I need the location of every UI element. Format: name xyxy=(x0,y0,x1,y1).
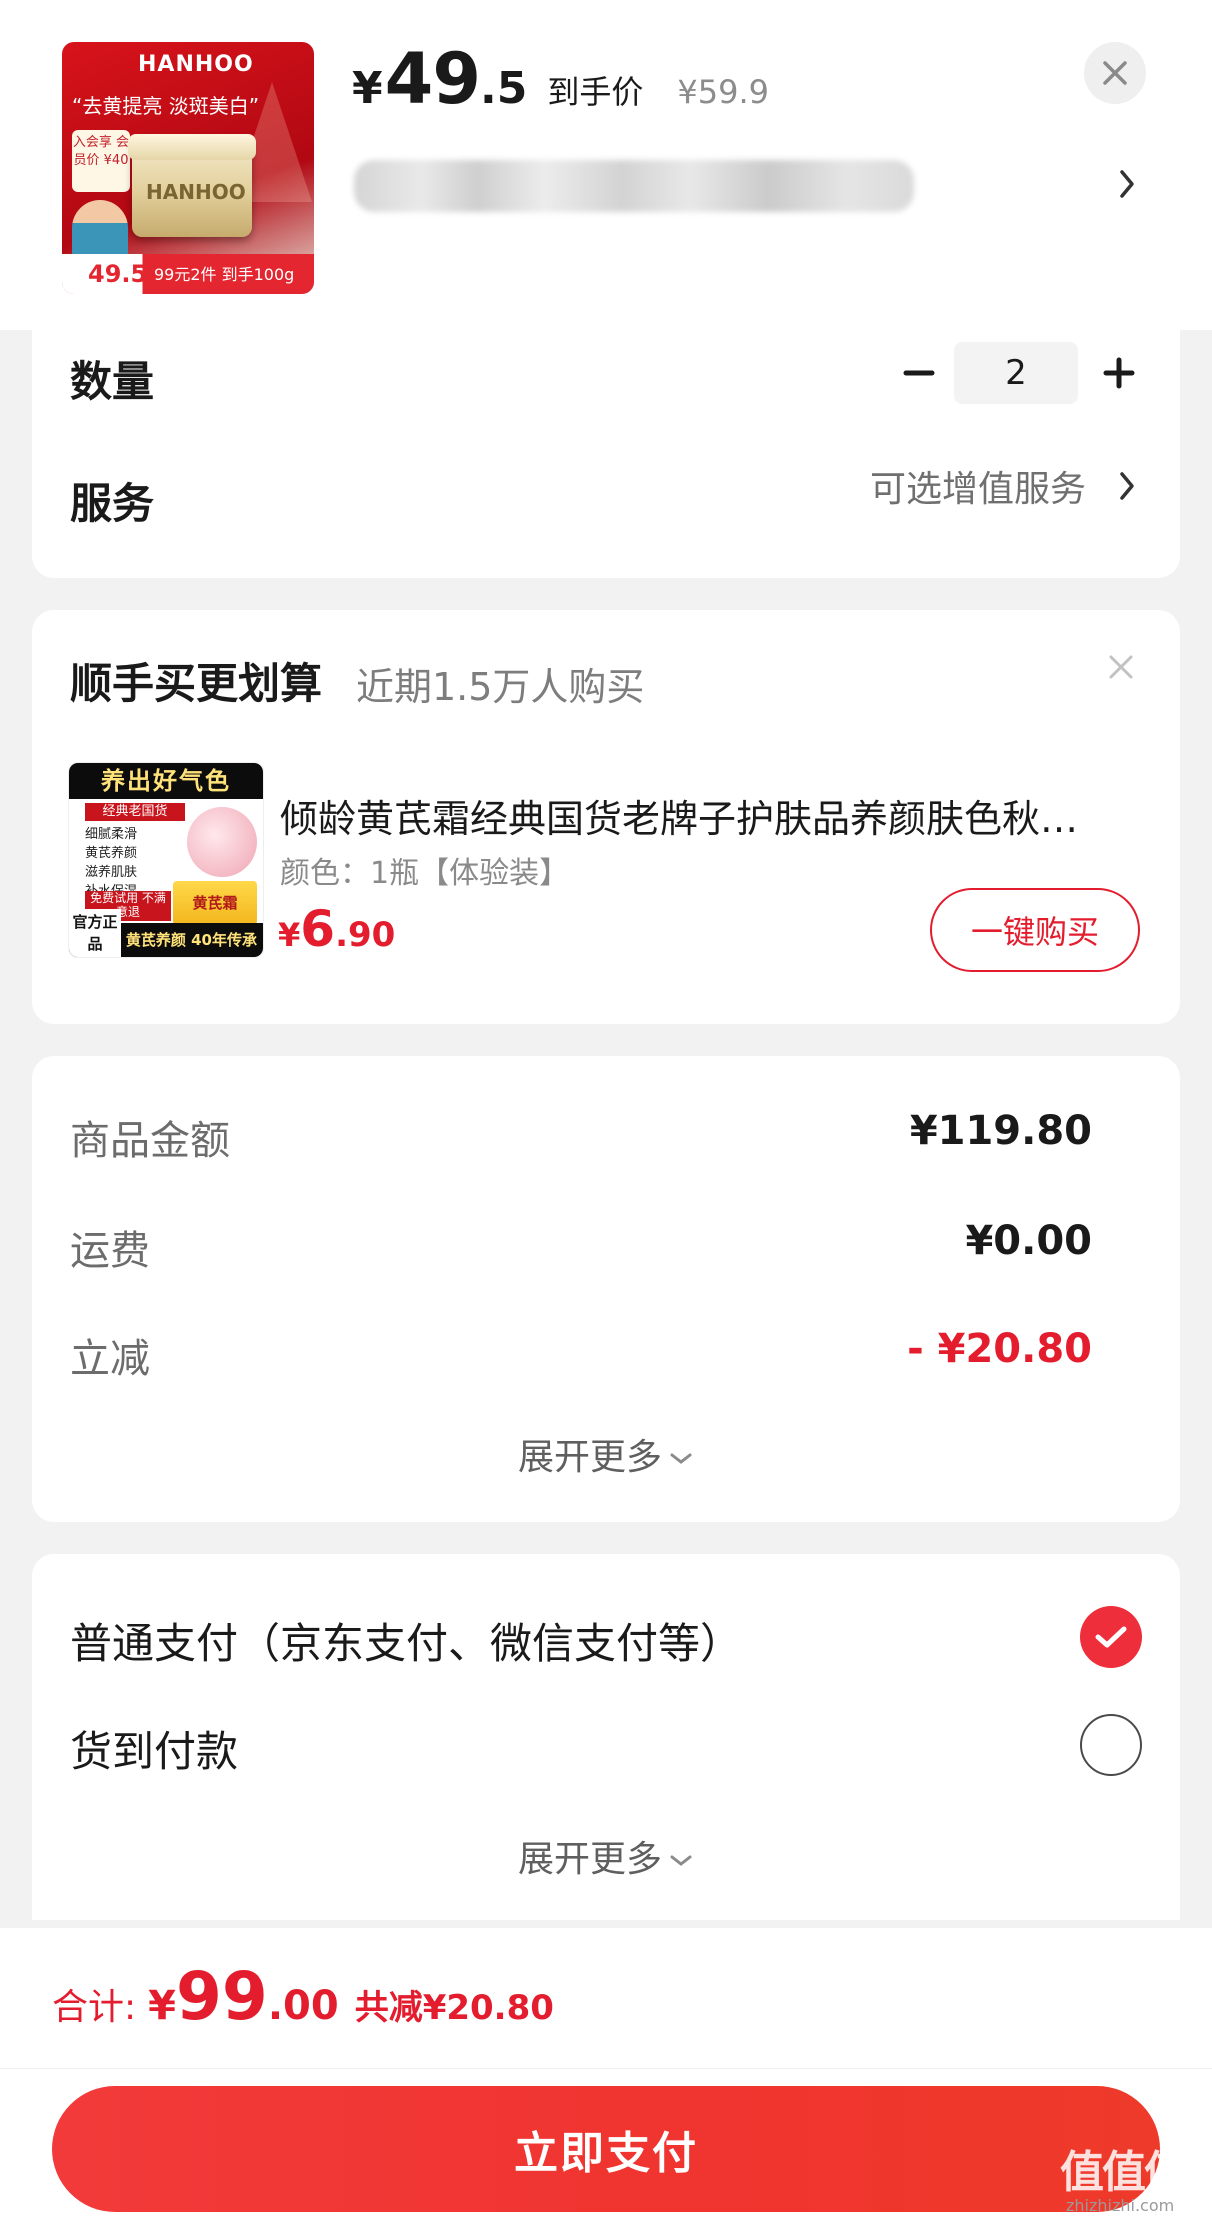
recommendation-price: ¥ 6 .90 xyxy=(278,900,395,958)
final-price: ¥ 49 .5 到手价 ¥59.9 xyxy=(352,38,770,120)
quantity-label: 数量 xyxy=(70,357,155,406)
recommendation-name[interactable]: 倾龄黄芪霜经典国货老牌子护肤品养颜肤色秋… xyxy=(280,788,1180,843)
goods-amount-label: 商品金额 xyxy=(70,1118,230,1164)
one-click-buy-button[interactable]: 一键购买 xyxy=(930,888,1140,972)
price-integer: 6 xyxy=(300,900,336,958)
expand-more-button[interactable]: 展开更多 xyxy=(32,1428,1180,1480)
recommendation-spec: 颜色：1瓶【体验装】 xyxy=(280,856,570,891)
expand-more-label: 展开更多 xyxy=(517,1839,662,1880)
jar-brand-text: HANHOO xyxy=(146,180,246,204)
total-integer: 99 xyxy=(175,1958,268,2035)
thumb-bullet: 黄芪养颜 xyxy=(85,846,138,861)
close-icon xyxy=(1103,61,1127,85)
price-integer: 49 xyxy=(384,38,481,120)
service-label: 服务 xyxy=(70,479,155,528)
model-figure xyxy=(72,200,128,258)
discount-value: - ¥20.80 xyxy=(907,1326,1092,1372)
recommendation-subtitle: 近期1.5万人购买 xyxy=(356,665,645,709)
total-amount: 合计: ¥ 99 .00 共减¥20.80 xyxy=(52,1958,554,2035)
payment-radio-cod[interactable] xyxy=(1080,1714,1142,1776)
price-decimal: .90 xyxy=(335,915,396,955)
price-currency: ¥ xyxy=(352,63,383,114)
expand-more-button[interactable]: 展开更多 xyxy=(32,1830,1180,1882)
recommendation-title: 顺手买更划算 xyxy=(70,659,323,708)
recommendation-card: 顺手买更划算 近期1.5万人购买 养出好气色 经典老国货 细腻柔滑 黄芪养颜 滋… xyxy=(32,610,1180,1024)
chevron-right-icon[interactable] xyxy=(1118,468,1138,504)
divider xyxy=(0,2068,1212,2069)
price-summary-card: 商品金额 ¥119.80 运费 ¥0.00 立减 - ¥20.80 展开更多 xyxy=(32,1056,1180,1522)
thumb-official-badge: 官方正品 xyxy=(69,909,121,957)
shipping-value: ¥0.00 xyxy=(965,1218,1092,1264)
site-watermark-url: zhizhizhi.com xyxy=(1066,2196,1175,2215)
thumb-bullet: 滋养肌肤 xyxy=(85,865,138,880)
close-icon[interactable] xyxy=(1108,654,1134,680)
total-label: 合计: xyxy=(52,1987,137,2028)
discount-label: 立减 xyxy=(70,1336,150,1382)
total-decimal: .00 xyxy=(267,1983,339,2029)
cream-jar-lid xyxy=(128,134,256,160)
thumb-slogan: “去黄提亮 淡斑美白” xyxy=(72,94,260,118)
plus-icon xyxy=(1103,357,1135,389)
thumb-vip-badge: 入会享 会员价 ¥40 xyxy=(72,130,130,192)
product-header: HANHOO “去黄提亮 淡斑美白” 入会享 会员价 ¥40 HANHOO 49… xyxy=(0,0,1212,330)
checkout-bar: 合计: ¥ 99 .00 共减¥20.80 立即支付 xyxy=(0,1928,1212,2222)
minus-icon xyxy=(903,370,935,376)
chevron-right-icon[interactable] xyxy=(1118,166,1138,202)
check-icon xyxy=(1095,1626,1127,1648)
thumb-strip-text: 99元2件 到手100g xyxy=(154,265,295,284)
price-tag-label: 到手价 xyxy=(547,73,644,111)
close-button[interactable] xyxy=(1084,42,1146,104)
thumb-bullets: 细腻柔滑 黄芪养颜 滋养肌肤 补水保湿 xyxy=(85,825,137,901)
quantity-input[interactable]: 2 xyxy=(954,342,1078,404)
increase-button[interactable] xyxy=(1092,346,1146,400)
total-currency: ¥ xyxy=(148,1983,176,2029)
decrease-button[interactable] xyxy=(892,346,946,400)
payment-option-cod[interactable]: 货到付款 xyxy=(70,1718,238,1779)
product-thumbnail[interactable]: HANHOO “去黄提亮 淡斑美白” 入会享 会员价 ¥40 HANHOO 49… xyxy=(62,42,314,294)
payment-method-card: 普通支付（京东支付、微信支付等） 货到付款 展开更多 xyxy=(32,1554,1180,1920)
price-currency: ¥ xyxy=(278,916,301,954)
recommendation-thumbnail[interactable]: 养出好气色 经典老国货 细腻柔滑 黄芪养颜 滋养肌肤 补水保湿 黄芪霜 免费试用… xyxy=(68,762,264,958)
payment-radio-normal[interactable] xyxy=(1080,1606,1142,1668)
thumb-bullet: 细腻柔滑 xyxy=(85,827,138,842)
price-decimal: .5 xyxy=(480,63,528,114)
payment-option-normal[interactable]: 普通支付（京东支付、微信支付等） xyxy=(70,1610,742,1671)
site-watermark: 值值值 xyxy=(1060,2147,1188,2198)
service-value[interactable]: 可选增值服务 xyxy=(870,460,1086,512)
shipping-label: 运费 xyxy=(70,1228,150,1274)
product-box-image: 黄芪霜 xyxy=(173,881,257,925)
address-redacted[interactable] xyxy=(354,160,914,212)
total-savings: 共减¥20.80 xyxy=(354,1988,554,2028)
thumb-strip-price: 49.5 xyxy=(88,260,148,288)
chevron-down-icon xyxy=(670,1855,692,1866)
thumb-subbanner: 经典老国货 xyxy=(85,803,185,821)
thumb-brand: HANHOO xyxy=(138,52,254,77)
chevron-down-icon xyxy=(670,1453,692,1464)
pay-now-button[interactable]: 立即支付 xyxy=(52,2086,1160,2212)
original-price: ¥59.9 xyxy=(677,73,770,111)
cream-jar-image xyxy=(187,807,257,877)
expand-more-label: 展开更多 xyxy=(517,1437,662,1478)
options-card: 数量 2 服务 可选增值服务 xyxy=(32,330,1180,578)
thumb-banner: 养出好气色 xyxy=(69,763,263,799)
goods-amount-value: ¥119.80 xyxy=(909,1108,1092,1154)
